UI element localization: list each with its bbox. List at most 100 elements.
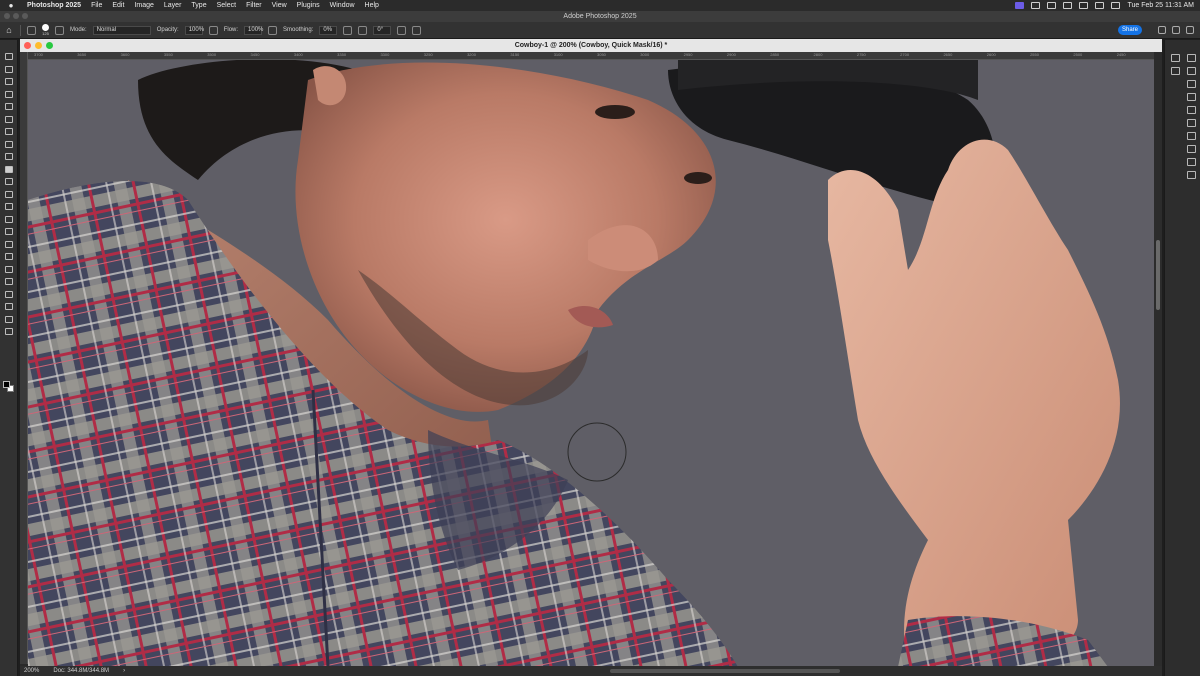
clone-stamp-tool[interactable] xyxy=(4,177,14,186)
spot-healing-tool[interactable] xyxy=(4,152,14,161)
eraser-icon xyxy=(5,203,13,210)
dropbox-icon[interactable] xyxy=(1063,2,1073,9)
horizontal-ruler[interactable]: 3700 3650 3600 3550 3500 3450 3400 3350 3300 3250… xyxy=(28,52,1154,60)
menu-filter[interactable]: Filter xyxy=(241,2,267,9)
search-icon[interactable] xyxy=(1172,26,1180,34)
dodge-tool[interactable] xyxy=(4,240,14,249)
status-expand-icon[interactable]: › xyxy=(123,668,125,674)
menu-type[interactable]: Type xyxy=(186,2,211,9)
more-tools[interactable] xyxy=(4,327,14,336)
hand-icon xyxy=(5,303,13,310)
hand-tool[interactable] xyxy=(4,302,14,311)
airbrush-icon[interactable] xyxy=(268,25,278,35)
paths-panel-icon[interactable] xyxy=(1187,171,1196,179)
layers-panel-icon[interactable] xyxy=(1187,145,1196,153)
menu-select[interactable]: Select xyxy=(212,2,241,9)
adjustments-panel-icon[interactable] xyxy=(1187,119,1196,127)
wifi-icon[interactable] xyxy=(1095,2,1105,9)
document-canvas[interactable] xyxy=(28,60,1154,667)
zoom-level[interactable]: 200% xyxy=(24,668,39,674)
move-tool[interactable] xyxy=(4,52,14,61)
doc-close-icon[interactable] xyxy=(24,42,31,49)
menu-edit[interactable]: Edit xyxy=(107,2,129,9)
gradient-icon xyxy=(5,215,13,223)
frame-tool[interactable] xyxy=(4,127,14,136)
menu-window[interactable]: Window xyxy=(325,2,360,9)
control-center-icon[interactable] xyxy=(1111,2,1121,9)
opacity-pressure-icon[interactable] xyxy=(208,25,218,35)
ruler-tick-label: 2450 xyxy=(1116,52,1126,57)
color-panel-icon[interactable] xyxy=(1187,54,1196,62)
app-minimize-icon[interactable] xyxy=(13,13,19,19)
menu-app-name[interactable]: Photoshop 2025 xyxy=(22,2,86,9)
app-zoom-icon[interactable] xyxy=(22,13,28,19)
brush-tool[interactable] xyxy=(4,165,14,174)
artboard-tool[interactable] xyxy=(4,65,14,74)
drive-icon[interactable] xyxy=(1047,2,1057,9)
share-button[interactable]: Share xyxy=(1118,25,1142,35)
menubar-clock[interactable]: Tue Feb 25 11:31 AM xyxy=(1127,2,1194,9)
menu-image[interactable]: Image xyxy=(129,2,158,9)
eyedropper-tool[interactable] xyxy=(4,140,14,149)
blur-tool[interactable] xyxy=(4,227,14,236)
document-info[interactable]: Doc: 344.8M/344.8M xyxy=(53,668,109,674)
lasso-tool[interactable] xyxy=(4,90,14,99)
menu-view[interactable]: View xyxy=(267,2,292,9)
menu-plugins[interactable]: Plugins xyxy=(292,2,325,9)
channels-panel-icon[interactable] xyxy=(1187,158,1196,166)
home-icon[interactable]: ⌂ xyxy=(4,25,14,35)
history-brush-tool[interactable] xyxy=(4,190,14,199)
menubar-status-area: Tue Feb 25 11:31 AM xyxy=(1015,0,1194,11)
marquee-tool[interactable] xyxy=(4,77,14,86)
notifications-icon[interactable] xyxy=(1158,26,1166,34)
path-select-tool[interactable] xyxy=(4,277,14,286)
crop-tool[interactable] xyxy=(4,115,14,124)
menu-help[interactable]: Help xyxy=(360,2,384,9)
foreground-color-swatch[interactable] xyxy=(3,381,10,388)
vertical-scrollbar[interactable] xyxy=(1154,60,1162,667)
properties-panel-icon[interactable] xyxy=(1187,106,1196,114)
history-panel-icon[interactable] xyxy=(1171,54,1180,62)
menu-layer[interactable]: Layer xyxy=(159,2,187,9)
rectangle-tool[interactable] xyxy=(4,290,14,299)
doc-minimize-icon[interactable] xyxy=(35,42,42,49)
flow-field[interactable]: 100% xyxy=(244,25,263,35)
menu-file[interactable]: File xyxy=(86,2,107,9)
libraries-panel-icon[interactable] xyxy=(1187,132,1196,140)
path-select-icon xyxy=(5,278,13,285)
brush-settings-icon[interactable] xyxy=(55,25,64,35)
mode-select[interactable]: Normal xyxy=(92,25,151,35)
vertical-scroll-thumb[interactable] xyxy=(1156,240,1160,310)
blur-icon xyxy=(5,228,13,235)
brush-preset-icon[interactable] xyxy=(27,25,36,35)
smoothing-field[interactable]: 0% xyxy=(319,25,338,35)
size-pressure-icon[interactable] xyxy=(397,25,407,35)
workspace-icon[interactable] xyxy=(1186,26,1194,34)
screen-record-icon[interactable] xyxy=(1015,2,1025,9)
brush-size-picker[interactable]: 125 xyxy=(42,24,49,36)
gradient-tool[interactable] xyxy=(4,215,14,224)
angle-field[interactable]: 0° xyxy=(373,25,392,35)
bluetooth-icon[interactable] xyxy=(1079,2,1089,9)
quick-select-tool[interactable] xyxy=(4,102,14,111)
smoothing-options-icon[interactable] xyxy=(343,25,353,35)
horizontal-scroll-thumb[interactable] xyxy=(610,669,840,673)
zoom-tool[interactable] xyxy=(4,315,14,324)
crop-icon xyxy=(5,115,13,123)
opacity-field[interactable]: 100% xyxy=(184,25,204,35)
swatches-panel-icon[interactable] xyxy=(1187,67,1196,75)
app-window-title: Adobe Photoshop 2025 xyxy=(563,13,637,20)
type-tool[interactable] xyxy=(4,265,14,274)
gradients-panel-icon[interactable] xyxy=(1187,80,1196,88)
ruler-tick-label: 3100 xyxy=(553,52,563,57)
pen-tool[interactable] xyxy=(4,252,14,261)
doc-zoom-icon[interactable] xyxy=(46,42,53,49)
apple-icon[interactable]: ● xyxy=(0,1,22,10)
app-close-icon[interactable] xyxy=(4,13,10,19)
eraser-tool[interactable] xyxy=(4,202,14,211)
symmetry-icon[interactable] xyxy=(412,25,422,35)
camera-icon[interactable] xyxy=(1031,2,1041,9)
comments-panel-icon[interactable] xyxy=(1171,67,1180,75)
patterns-panel-icon[interactable] xyxy=(1187,93,1196,101)
vertical-ruler[interactable] xyxy=(20,52,28,664)
